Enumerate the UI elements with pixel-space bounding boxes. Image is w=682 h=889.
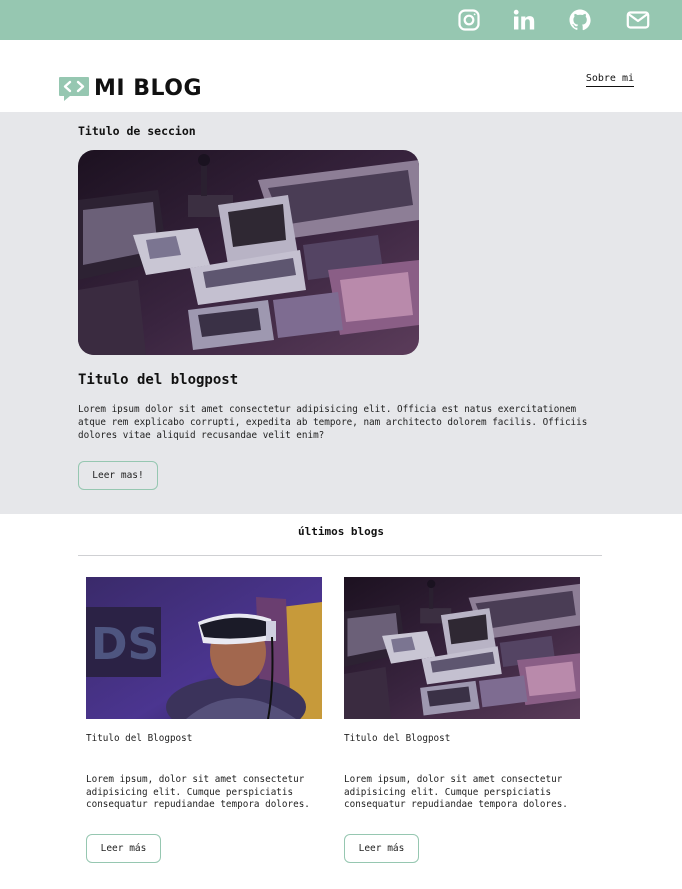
post-title: Titulo del blogpost bbox=[78, 372, 239, 388]
svg-text:DS: DS bbox=[91, 619, 159, 670]
featured-post-image[interactable] bbox=[78, 150, 419, 355]
blog-card-description: Lorem ipsum, dolor sit amet consectetur … bbox=[344, 774, 568, 810]
section-title: Titulo de seccion bbox=[78, 124, 196, 138]
read-more-button[interactable]: Leer más bbox=[344, 834, 419, 863]
latest-heading: últimos blogs bbox=[297, 525, 385, 538]
logo[interactable]: MI BLOG bbox=[58, 76, 202, 102]
read-more-button[interactable]: Leer mas! bbox=[78, 461, 158, 490]
divider bbox=[78, 555, 602, 556]
instagram-icon[interactable] bbox=[457, 8, 481, 32]
blog-card: Titulo del Blogpost Lorem ipsum, dolor s… bbox=[344, 577, 580, 867]
read-more-button[interactable]: Leer más bbox=[86, 834, 161, 863]
blog-card-image[interactable]: DS bbox=[86, 577, 322, 719]
logo-text: MI BLOG bbox=[94, 76, 202, 101]
about-link[interactable]: Sobre mi bbox=[585, 73, 634, 87]
site-header: MI BLOG Sobre mi bbox=[0, 40, 682, 112]
blog-card-title: Titulo del Blogpost bbox=[86, 733, 193, 744]
post-description: Lorem ipsum dolor sit amet consectetur a… bbox=[78, 404, 588, 441]
social-bar bbox=[0, 0, 682, 40]
blog-card-title: Titulo del Blogpost bbox=[344, 733, 451, 744]
linkedin-icon[interactable] bbox=[512, 8, 536, 32]
code-chat-icon bbox=[59, 77, 89, 101]
email-icon[interactable] bbox=[626, 8, 650, 32]
blog-card-description: Lorem ipsum, dolor sit amet consectetur … bbox=[86, 774, 310, 810]
github-icon[interactable] bbox=[568, 8, 592, 32]
blog-card: DS Titulo del Blogpost Lorem ipsum, dolo… bbox=[86, 577, 322, 867]
featured-section: Titulo de seccion Titulo del blogpost Lo… bbox=[0, 112, 682, 514]
blog-card-image[interactable] bbox=[344, 577, 580, 719]
